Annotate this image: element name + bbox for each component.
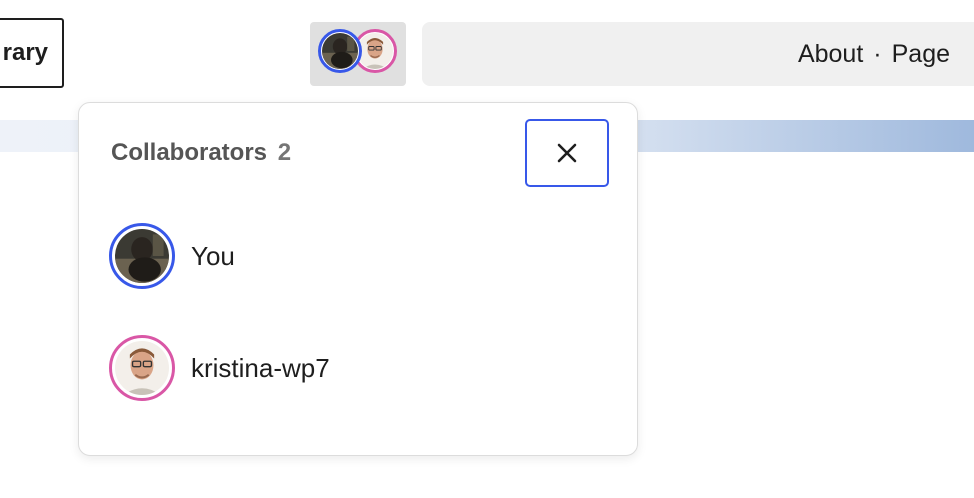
collaborator-count: 2 xyxy=(277,139,292,166)
close-icon xyxy=(557,143,577,163)
collaborator-name: kristina-wp7 xyxy=(191,352,330,383)
collaborator-item-you[interactable]: You xyxy=(109,223,235,289)
collaborators-popover: Collaborators 2 You kristina-wp7 xyxy=(78,102,638,456)
library-button[interactable]: rary xyxy=(0,18,64,88)
collaborator-name: You xyxy=(191,240,235,271)
collaborators-toggle-button[interactable] xyxy=(310,22,406,86)
popover-title: Collaborators 2 xyxy=(111,139,291,167)
user-photo-icon xyxy=(115,229,169,283)
document-title: About xyxy=(797,39,864,68)
close-button[interactable] xyxy=(525,119,609,187)
user-photo-icon xyxy=(322,33,358,69)
avatar-you xyxy=(109,223,175,289)
document-type: Page xyxy=(891,39,950,68)
avatar-you-mini xyxy=(318,29,362,73)
document-title-bar[interactable]: About · Page xyxy=(422,22,974,86)
title-separator: · xyxy=(873,39,882,68)
popover-title-label: Collaborators xyxy=(111,139,268,166)
editor-page: rary About · Page Collaborators 2 You kr… xyxy=(0,0,974,498)
user-photo-icon xyxy=(115,341,169,395)
user-photo-icon xyxy=(357,33,393,69)
collaborator-item-kristina[interactable]: kristina-wp7 xyxy=(109,335,330,401)
avatar-kristina xyxy=(109,335,175,401)
